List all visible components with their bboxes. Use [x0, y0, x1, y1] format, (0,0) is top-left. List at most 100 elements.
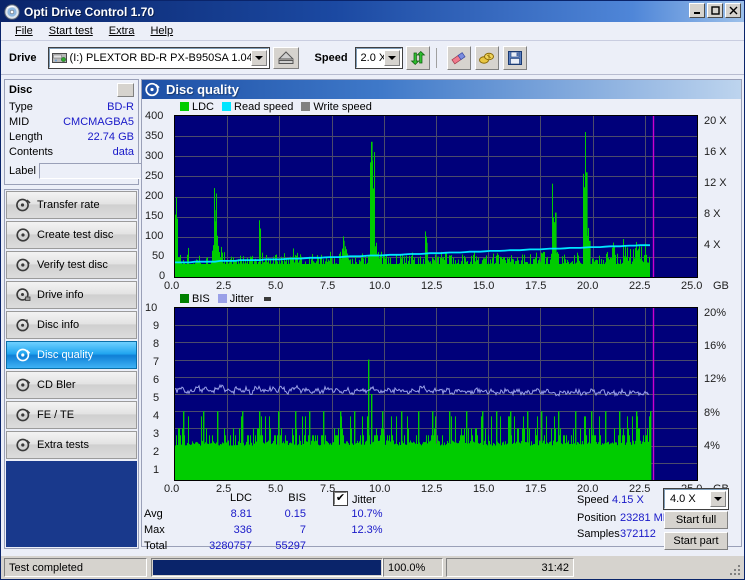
top-y2tick-4x: 4 X	[704, 239, 721, 251]
legend-write-speed: Write speed	[301, 101, 372, 113]
disc-value-mid: CMCMAGBA5	[63, 116, 134, 128]
stats-position-label: Position	[577, 512, 617, 524]
stats-row-avg: Avg	[144, 508, 163, 520]
bot-ytick-6: 6	[153, 374, 160, 386]
nav-list: Transfer rate Create test disc Verify te…	[4, 189, 139, 549]
nav-filler	[6, 461, 137, 547]
stats-avg-ldc: 8.81	[230, 508, 252, 520]
legend-bis: BIS	[180, 293, 210, 305]
toolbar-separator	[435, 47, 437, 68]
start-part-button[interactable]: Start part	[664, 532, 728, 550]
bot-ytick-2: 2	[153, 446, 160, 458]
bottom-chart-legend: BIS Jitter	[142, 291, 741, 306]
jitter-max-value: 12.3%	[351, 524, 383, 536]
top-y2tick-20x: 20 X	[704, 115, 727, 127]
jitter-checkbox[interactable]: ✔	[333, 491, 348, 506]
stats-samples-label: Samples	[577, 528, 620, 540]
test-speed-dropdown-arrow[interactable]	[710, 491, 726, 507]
disc-group-title: Disc	[9, 84, 33, 96]
legend-ldc: LDC	[180, 101, 214, 113]
top-ytick-200: 200	[145, 190, 164, 202]
resize-grip[interactable]	[728, 563, 742, 577]
disc-create-icon	[15, 227, 31, 243]
menu-bar: File Start test Extra Help	[1, 22, 744, 41]
bot-ytick-8: 8	[153, 338, 160, 350]
close-button[interactable]	[725, 3, 741, 18]
disc-quality-icon	[15, 347, 31, 363]
sidebar-item-cd-bler[interactable]: CD Bler	[6, 371, 137, 399]
status-message: Test completed	[4, 558, 147, 577]
stats-speed-value: 4.15 X	[612, 494, 644, 506]
sidebar-item-transfer-rate[interactable]: Transfer rate	[6, 191, 137, 219]
menu-help[interactable]: Help	[142, 23, 181, 39]
elapsed-time: 31:42	[446, 558, 574, 577]
sidebar-item-disc-info[interactable]: Disc info	[6, 311, 137, 339]
speed-select[interactable]: 2.0 X	[354, 46, 403, 69]
speed-dropdown-arrow[interactable]	[383, 49, 400, 66]
stats-total-ldc: 3280757	[209, 540, 252, 552]
save-button[interactable]	[502, 45, 527, 70]
disc-key-contents: Contents	[9, 146, 54, 158]
drive-icon	[52, 50, 68, 65]
sidebar-item-fe-te[interactable]: FE / TE	[6, 401, 137, 429]
menu-file[interactable]: File	[7, 23, 41, 39]
eraser-button[interactable]	[446, 45, 471, 70]
bot-ytick-3: 3	[153, 428, 160, 440]
sidebar-item-create-test-disc[interactable]: Create test disc	[6, 221, 137, 249]
sidebar-item-disc-quality[interactable]: Disc quality	[6, 341, 137, 369]
bot-y2tick-20: 20%	[704, 307, 727, 319]
legend-label-bis: BIS	[192, 292, 210, 305]
disc-group-indicator	[117, 83, 134, 97]
page-title: Disc quality	[166, 82, 239, 97]
top-chart-legend: LDC Read speed Write speed	[142, 99, 741, 114]
bot-ytick-4: 4	[153, 410, 160, 422]
bot-y2tick-8: 8%	[704, 407, 720, 419]
sidebar-item-verify-test-disc[interactable]: Verify test disc	[6, 251, 137, 279]
start-full-button[interactable]: Start full	[664, 511, 728, 529]
stats-row-max: Max	[144, 524, 165, 536]
maximize-button[interactable]	[707, 3, 723, 18]
drive-dropdown-arrow[interactable]	[250, 49, 267, 66]
minimize-button[interactable]	[689, 3, 705, 18]
disc-key-mid: MID	[9, 116, 30, 128]
bot-ytick-9: 9	[153, 320, 160, 332]
stats-position-value: 23281 MB	[620, 512, 671, 524]
sidebar-item-extra-tests[interactable]: Extra tests	[6, 431, 137, 459]
stats-total-bis: 55297	[275, 540, 306, 552]
sidebar-label-extra-tests: Extra tests	[37, 439, 89, 451]
disc-row-length: Length 22.74 GB	[9, 130, 134, 145]
refresh-button[interactable]	[405, 45, 430, 70]
disc-row-type: Type BD-R	[9, 100, 134, 115]
bot-ytick-5: 5	[153, 392, 160, 404]
jitter-avg-value: 10.7%	[351, 508, 383, 520]
top-y2tick-16x: 16 X	[704, 146, 727, 158]
bot-ytick-10: 10	[145, 302, 158, 314]
disc-key-length: Length	[9, 131, 43, 143]
top-ytick-350: 350	[145, 130, 164, 142]
sidebar-label-disc-quality: Disc quality	[37, 349, 94, 361]
disc-verify-icon	[15, 257, 31, 273]
eject-button[interactable]	[272, 46, 299, 69]
top-y2tick-8x: 8 X	[704, 208, 721, 220]
menu-start-test[interactable]: Start test	[41, 23, 101, 39]
stats-col-bis: BIS	[288, 492, 306, 504]
disc-transfer-icon	[15, 197, 31, 213]
disc-value-type: BD-R	[107, 101, 134, 113]
top-ytick-400: 400	[145, 110, 164, 122]
legend-label-write-speed: Write speed	[313, 100, 372, 113]
disc-group-header: Disc	[9, 83, 134, 97]
disc-value-length: 22.74 GB	[87, 131, 134, 143]
drive-label: Drive	[9, 51, 37, 64]
drive-toolbar: Drive (I:) PLEXTOR BD-R PX-B950SA 1.04 S…	[1, 41, 744, 75]
menu-extra[interactable]: Extra	[101, 23, 143, 39]
coins-button[interactable]	[474, 45, 499, 70]
disc-info-group: Disc Type BD-R MID CMCMAGBA5 Length 22.7…	[4, 79, 207, 185]
top-chart-series	[175, 116, 697, 277]
test-speed-select[interactable]: 4.0 X	[663, 488, 729, 510]
legend-label-jitter: Jitter	[229, 292, 254, 305]
sidebar-item-drive-info[interactable]: Drive info	[6, 281, 137, 309]
top-ytick-100: 100	[145, 230, 164, 242]
jitter-label: Jitter	[352, 494, 376, 506]
drive-select[interactable]: (I:) PLEXTOR BD-R PX-B950SA 1.04	[47, 46, 270, 69]
sidebar-label-transfer-rate: Transfer rate	[37, 199, 100, 211]
